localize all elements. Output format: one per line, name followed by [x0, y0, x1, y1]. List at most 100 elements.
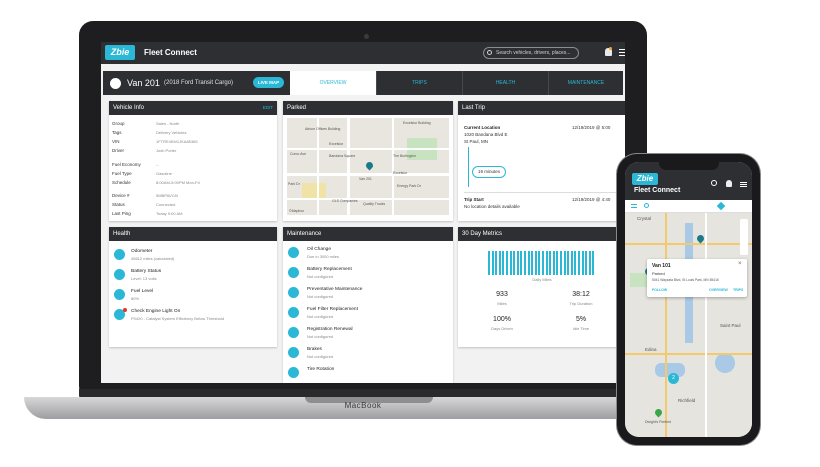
info-value: 5MBPAVC8I — [156, 193, 178, 198]
last-trip-panel: Last Trip Current Location 12/19/2019 @ … — [458, 101, 625, 221]
daily-miles-bar — [495, 251, 498, 275]
phone-map[interactable]: Crystal Richfield Edina Dwight's Firebir… — [625, 213, 752, 437]
phone-map-label: Dwight's Firebird — [645, 420, 671, 424]
search-icon[interactable] — [711, 180, 717, 186]
current-location-label: Current Location — [464, 125, 501, 130]
wrench-icon — [288, 347, 299, 358]
maint-item-sub: Not configured — [307, 314, 334, 319]
info-label: Device # — [112, 193, 130, 198]
maint-item-sub: Not configured — [307, 354, 334, 359]
health-item-title: Check Engine Light On — [131, 309, 181, 314]
metrics-title: 30 Day Metrics — [458, 227, 625, 241]
trip-start-address: No location details available — [464, 204, 520, 209]
parked-panel: Parked Atrium Offices Building Excelsior… — [283, 101, 453, 221]
search-input[interactable]: Search vehicles, drivers, places... — [483, 47, 579, 59]
info-label: Fuel Type — [112, 171, 132, 176]
maint-item-title[interactable]: Fuel Filter Replacement — [307, 307, 358, 312]
map-label: Como Ave — [290, 152, 307, 156]
overview-button[interactable]: OVERVIEW — [709, 288, 728, 292]
info-label: VIN — [112, 139, 120, 144]
tab-overview[interactable]: OVERVIEW — [290, 71, 376, 95]
van-icon — [110, 78, 121, 89]
app-header: Zbie Fleet Connect Search vehicles, driv… — [101, 42, 625, 64]
maint-item-title[interactable]: Brakes — [307, 347, 322, 352]
map-label: Excelsior — [329, 142, 344, 146]
live-map-button[interactable]: LIVE MAP — [253, 77, 284, 88]
trip-start-time: 12/19/2019 @ 4:40 — [572, 197, 611, 202]
metric-value: 38:12 — [572, 291, 590, 298]
tab-maintenance[interactable]: MAINTENANCE — [548, 71, 623, 95]
maint-item-title[interactable]: Registration Renewal — [307, 327, 353, 332]
search-icon[interactable] — [644, 203, 649, 208]
daily-miles-bar — [585, 251, 588, 275]
map-label: Bandana Square — [329, 154, 356, 158]
search-icon — [487, 50, 492, 55]
layers-icon[interactable] — [716, 201, 726, 211]
tab-health[interactable]: HEALTH — [462, 71, 548, 95]
daily-miles-bar — [506, 251, 508, 275]
daily-miles-bar — [552, 251, 555, 275]
daily-miles-bar — [488, 251, 490, 275]
daily-miles-bar — [549, 251, 552, 275]
last-trip-title: Last Trip — [458, 101, 625, 115]
info-label: Status — [112, 202, 125, 207]
maintenance-title: Maintenance — [283, 227, 453, 241]
maint-item-title[interactable]: Preventative Maintenance — [307, 287, 362, 292]
info-label: Last Ping — [112, 211, 131, 216]
vehicle-header: Van 201 (2018 Ford Transit Cargo) LIVE M… — [103, 71, 623, 95]
wrench-icon — [288, 247, 299, 258]
health-item-sub: 45612 miles (calculated) — [131, 256, 175, 261]
daily-miles-bar — [531, 251, 534, 275]
trip-start-label: Trip Start — [464, 197, 484, 202]
menu-icon[interactable] — [740, 182, 747, 183]
vehicle-pin-icon[interactable] — [364, 160, 375, 171]
health-item-sub: P0420 - Catalyst System Efficiency Below… — [131, 316, 225, 321]
location-pin-icon[interactable] — [653, 407, 664, 418]
cluster-marker[interactable]: 2 — [668, 373, 679, 384]
zoom-controls[interactable] — [740, 219, 748, 255]
battery-icon — [114, 269, 125, 280]
info-value: Josh Porter — [156, 148, 177, 153]
notification-dot — [609, 47, 612, 50]
menu-icon[interactable] — [619, 49, 625, 50]
wrench-icon — [288, 327, 299, 338]
macbook-label: MacBook — [344, 401, 382, 410]
info-value: Delivery Vehicles — [156, 130, 187, 135]
map-label: Van 201 — [359, 177, 372, 181]
daily-miles-bar — [516, 251, 519, 275]
trips-button[interactable]: TRIPS — [733, 288, 743, 292]
map-label: GLS Companies — [332, 199, 358, 203]
vehicle-popup-card[interactable]: Van 101 × Parked 5041 Wayzata Blvd, St L… — [647, 259, 747, 297]
bell-icon[interactable] — [726, 180, 732, 187]
daily-miles-bar — [567, 251, 570, 275]
filter-icon[interactable] — [631, 204, 637, 208]
daily-miles-bar — [513, 251, 516, 275]
follow-button[interactable]: FOLLOW — [652, 288, 667, 292]
phone-logo[interactable]: Zbie — [632, 173, 658, 185]
metric-label: Days Driven — [491, 326, 513, 331]
maint-item-title[interactable]: Battery Replacement — [307, 267, 352, 272]
health-item-title: Fuel Level — [131, 289, 154, 294]
edit-link[interactable]: EDIT — [263, 101, 273, 115]
maint-item-title[interactable]: Tire Rotation — [307, 367, 334, 372]
daily-miles-bar — [524, 251, 526, 275]
wrench-icon — [288, 367, 299, 378]
maint-item-title[interactable]: Oil Change — [307, 247, 331, 252]
info-label: Driver — [112, 148, 124, 153]
daily-miles-bar — [538, 251, 541, 275]
daily-miles-bar — [534, 251, 537, 275]
metric-value: 100% — [493, 316, 511, 323]
vehicle-info-title: Vehicle Info — [113, 105, 145, 111]
alert-badge — [123, 308, 127, 312]
vehicle-pin-icon[interactable] — [695, 233, 706, 244]
fuel-icon — [114, 289, 125, 300]
trip-line — [468, 147, 469, 187]
metric-label: Idle Time — [572, 326, 590, 331]
tab-trips[interactable]: TRIPS — [376, 71, 462, 95]
info-value: -- — [156, 162, 159, 167]
map-label: Atrium Offices Building — [305, 127, 341, 131]
close-icon[interactable]: × — [738, 261, 742, 267]
info-value: Sales - North — [156, 121, 180, 126]
zubie-logo[interactable]: Zbie — [105, 45, 135, 60]
parked-map[interactable]: Atrium Offices Building Excelsior Buildi… — [287, 118, 449, 215]
